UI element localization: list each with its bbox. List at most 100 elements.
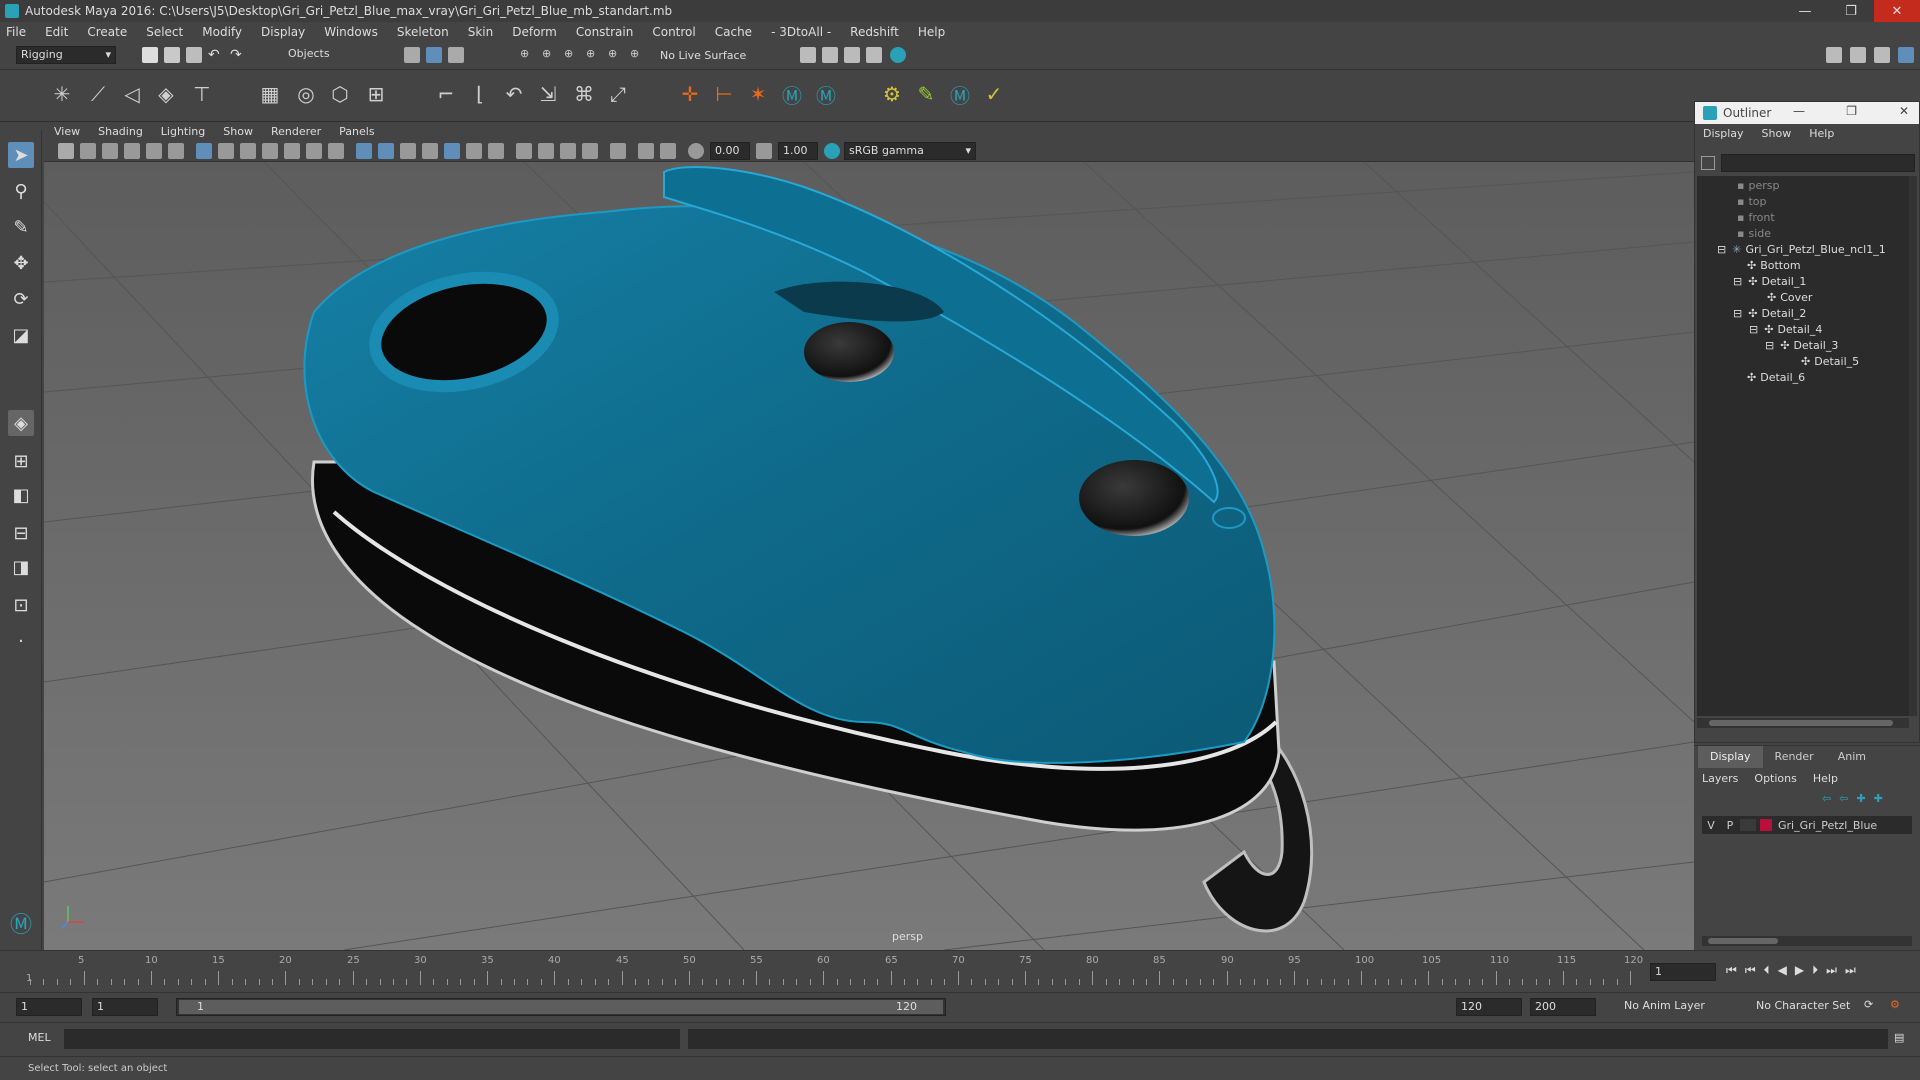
command-input[interactable] xyxy=(64,1029,680,1049)
layer-name[interactable]: Gri_Gri_Petzl_Blue xyxy=(1778,819,1877,832)
render-settings-icon[interactable] xyxy=(866,47,882,63)
exposure-field[interactable]: 0.00 xyxy=(710,142,750,160)
ik-spline-icon[interactable]: ◁ xyxy=(118,80,146,108)
camera-attributes-icon[interactable] xyxy=(58,143,74,159)
viewport-persp[interactable]: persp xyxy=(44,162,1694,950)
motion-blur-icon[interactable] xyxy=(560,143,576,159)
move-layer-down-icon[interactable]: ⇦ xyxy=(1839,792,1848,805)
menu-cache[interactable]: Cache xyxy=(715,25,752,39)
image-plane-icon[interactable] xyxy=(124,143,140,159)
grid-toggle-icon[interactable] xyxy=(196,143,212,159)
tree-item-root[interactable]: ⊟ ✳ Gri_Gri_Petzl_Blue_ncl1_1 xyxy=(1717,240,1886,258)
paint-weights-icon[interactable]: ✶ xyxy=(744,80,772,108)
layer-display-type[interactable] xyxy=(1740,819,1756,831)
wire-icon[interactable]: ⊞ xyxy=(362,80,390,108)
model-pivot-top[interactable] xyxy=(804,322,894,382)
collapse-icon[interactable]: ⊟ xyxy=(1749,323,1758,336)
hik-character-icon[interactable]: Ⓜ xyxy=(812,80,840,108)
outliner-title-bar[interactable]: Outliner — ❐ ✕ xyxy=(1695,102,1919,124)
anim-preferences-icon[interactable]: ⚙ xyxy=(1890,998,1900,1011)
anim-layer-dropdown[interactable]: No Anim Layer xyxy=(1620,998,1730,1016)
channel-box-toggle-icon[interactable] xyxy=(1874,47,1890,63)
ik-handle-icon[interactable]: ⟋ xyxy=(84,80,112,108)
quick-rig-icon[interactable]: ⚙ xyxy=(878,80,906,108)
script-language-label[interactable]: MEL xyxy=(28,1031,51,1044)
persp-uv-layout-icon[interactable]: ⊡ xyxy=(8,592,34,618)
live-surface-label[interactable]: No Live Surface xyxy=(660,49,746,62)
render-view-icon[interactable] xyxy=(800,47,816,63)
outliner-menu-display[interactable]: Display xyxy=(1703,127,1744,140)
new-layer-selected-icon[interactable]: ✚ xyxy=(1856,792,1865,805)
timeline-ruler[interactable]: 5 10 15 20 25 30 35 40 45 50 55 60 65 70 75 80 85 90 95 100… xyxy=(30,951,1643,991)
hik-icon[interactable]: Ⓜ xyxy=(778,80,806,108)
save-scene-icon[interactable] xyxy=(186,47,202,63)
menu-file[interactable]: File xyxy=(6,25,26,39)
ipr-render-icon[interactable] xyxy=(844,47,860,63)
camera-tools-icon[interactable] xyxy=(80,143,96,159)
menu-deform[interactable]: Deform xyxy=(512,25,557,39)
layer-menu-help[interactable]: Help xyxy=(1813,772,1838,785)
go-to-start-icon[interactable]: ⏮ xyxy=(1726,963,1737,978)
selection-mode-dropdown[interactable]: Objects xyxy=(284,46,380,64)
constrain-parent-icon[interactable]: ⌘ xyxy=(570,80,598,108)
2d-pan-zoom-icon[interactable] xyxy=(146,143,162,159)
attribute-editor-toggle-icon[interactable] xyxy=(1826,47,1842,63)
panel-menu-renderer[interactable]: Renderer xyxy=(271,125,321,138)
layer-editor-toggle-icon[interactable] xyxy=(1898,47,1914,63)
layer-scrollbar[interactable] xyxy=(1702,936,1912,946)
menu-modify[interactable]: Modify xyxy=(202,25,242,39)
layer-visibility-toggle[interactable]: V xyxy=(1702,819,1720,832)
tool-settings-toggle-icon[interactable] xyxy=(1850,47,1866,63)
rotate-tool-icon[interactable]: ⟳ xyxy=(8,286,34,312)
cluster-icon[interactable]: ◎ xyxy=(292,80,320,108)
tree-item-detail-6[interactable]: ✣ Detail_6 xyxy=(1747,368,1805,386)
playback-end-field[interactable]: 120 xyxy=(1456,998,1522,1016)
xray-components-icon[interactable] xyxy=(660,143,676,159)
safe-title-icon[interactable] xyxy=(328,143,344,159)
single-perspective-layout-icon[interactable]: ◈ xyxy=(8,410,34,436)
mirror-joint-icon[interactable]: ◈ xyxy=(152,80,180,108)
new-scene-icon[interactable] xyxy=(142,47,158,63)
wireframe-icon[interactable] xyxy=(356,143,372,159)
undo-icon[interactable]: ↶ xyxy=(208,47,224,63)
xray-joints-icon[interactable] xyxy=(638,143,654,159)
menu-skeleton[interactable]: Skeleton xyxy=(397,25,449,39)
layer-row[interactable]: V P Gri_Gri_Petzl_Blue xyxy=(1702,816,1912,834)
tree-item-detail-5[interactable]: ✣ Detail_5 xyxy=(1801,352,1859,370)
constrain-pole-icon[interactable]: ⤢ xyxy=(604,80,632,108)
locator-icon[interactable]: ✛ xyxy=(676,80,704,108)
redo-icon[interactable]: ↷ xyxy=(230,47,246,63)
wrap-icon[interactable]: ⬡ xyxy=(326,80,354,108)
view-transform-dropdown[interactable]: sRGB gamma ▾ xyxy=(844,142,976,160)
render-current-icon[interactable] xyxy=(822,47,838,63)
tab-anim[interactable]: Anim xyxy=(1826,746,1878,768)
gate-mask-icon[interactable] xyxy=(262,143,278,159)
select-tool-icon[interactable]: ➤ xyxy=(8,142,34,168)
move-tool-icon[interactable]: ✥ xyxy=(8,250,34,276)
shadows-icon[interactable] xyxy=(516,143,532,159)
color-management-icon[interactable] xyxy=(824,143,840,159)
collapse-icon[interactable]: ⊟ xyxy=(1733,275,1742,288)
constrain-aim-icon[interactable]: ⌊ xyxy=(466,80,494,108)
outliner-menu-help[interactable]: Help xyxy=(1809,127,1834,140)
collapse-icon[interactable]: ⊟ xyxy=(1717,243,1726,256)
panel-menu-lighting[interactable]: Lighting xyxy=(161,125,205,138)
auto-key-icon[interactable]: ⟳ xyxy=(1864,998,1873,1011)
isolate-select-icon[interactable] xyxy=(610,143,626,159)
step-back-key-icon[interactable]: ⏮ xyxy=(1745,963,1756,978)
select-component-icon[interactable] xyxy=(448,47,464,63)
smooth-shade-icon[interactable] xyxy=(378,143,394,159)
hik-control-icon[interactable]: Ⓜ xyxy=(946,80,974,108)
menu-display[interactable]: Display xyxy=(261,25,305,39)
snap-point-icon[interactable]: ⊕ xyxy=(564,47,580,63)
outliner-close-button[interactable]: ✕ xyxy=(1899,104,1909,118)
persp-graph-layout-icon[interactable]: ⊟ xyxy=(8,520,34,546)
outliner-vertical-scrollbar[interactable] xyxy=(1909,176,1917,716)
layer-menu-options[interactable]: Options xyxy=(1754,772,1796,785)
collapse-icon[interactable]: ⊟ xyxy=(1765,339,1774,352)
select-hierarchy-icon[interactable] xyxy=(404,47,420,63)
tab-render[interactable]: Render xyxy=(1763,746,1826,768)
shape-editor-icon[interactable]: ✓ xyxy=(980,80,1008,108)
grease-pencil-icon[interactable] xyxy=(168,143,184,159)
hypershade-icon[interactable] xyxy=(890,47,906,63)
